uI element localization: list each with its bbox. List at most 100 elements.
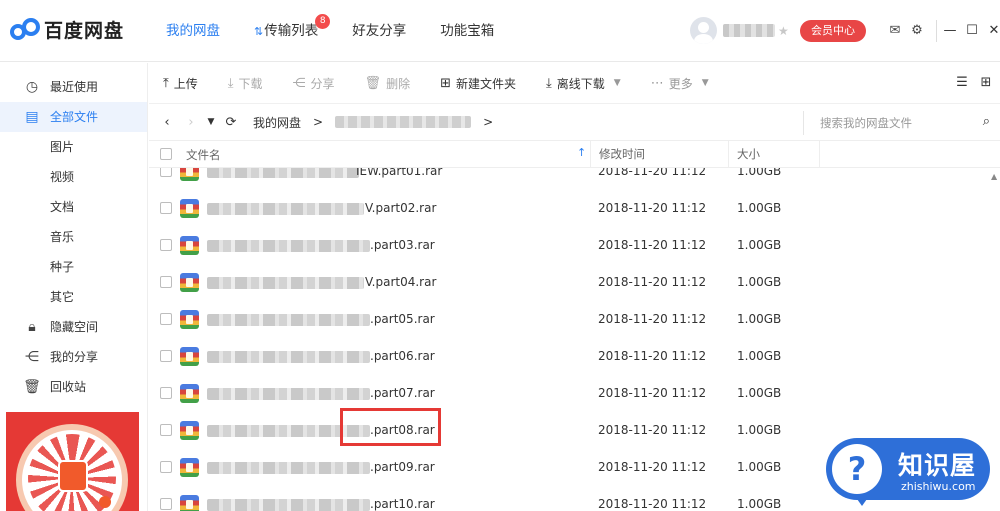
tab-friend-share[interactable]: 好友分享 [341,0,417,62]
sidebar-item-videos[interactable]: 视频 [0,162,147,192]
file-size: 1.00GB [737,168,782,178]
rar-file-icon [180,421,199,440]
vip-level-icon: ★ [778,23,789,38]
scroll-up-icon[interactable]: ▲ [991,172,997,181]
file-name[interactable]: .part10.rar [370,497,435,511]
tab-toolbox[interactable]: 功能宝箱 [429,0,505,62]
tab-label: 好友分享 [352,23,407,39]
row-checkbox[interactable] [160,168,172,177]
row-checkbox[interactable] [160,498,172,510]
sidebar-item-label: 视频 [50,170,75,184]
breadcrumb-folder-blurred[interactable] [335,116,472,128]
share-label: 分享 [310,76,335,91]
file-name[interactable]: .part09.rar [370,460,435,474]
vip-center-button[interactable]: 会员中心 [800,20,866,42]
table-row[interactable]: V.part04.rar 2018-11-20 11:12 1.00GB [149,264,994,301]
upload-button[interactable]: ⤒ 上传 [163,75,198,92]
file-modified: 2018-11-20 11:12 [598,460,707,474]
file-size: 1.00GB [737,423,782,437]
row-checkbox[interactable] [160,202,172,214]
file-size: 1.00GB [737,349,782,363]
avatar[interactable] [690,17,717,44]
row-checkbox[interactable] [160,387,172,399]
sort-icon[interactable]: ☰ [950,75,974,90]
table-row[interactable]: .part03.rar 2018-11-20 11:12 1.00GB [149,227,994,264]
refresh-icon[interactable]: ⟳ [219,115,243,130]
sidebar-item-images[interactable]: 图片 [0,132,147,162]
user-account[interactable]: ★ [690,17,789,44]
file-name[interactable]: .part03.rar [370,238,435,252]
sidebar-item-label: 图片 [50,140,75,154]
row-checkbox[interactable] [160,461,172,473]
transfer-count-badge: 8 [315,14,331,29]
file-modified: 2018-11-20 11:12 [598,275,707,289]
select-all-checkbox[interactable] [160,148,172,160]
table-row[interactable]: V.part02.rar 2018-11-20 11:12 1.00GB [149,190,994,227]
watermark-subtitle: zhishiwu.com [901,480,976,493]
new-folder-icon: ⊞ [440,75,451,91]
minimize-icon[interactable]: — [939,20,961,42]
close-icon[interactable]: ✕ [983,20,1000,42]
grid-view-icon[interactable]: ⊞ [974,75,998,90]
sidebar: ◷ 最近使用 ▤ 全部文件 图片 视频 文档 音乐 种子 其它 🔒︎ 隐藏空间 ⋲ 我的… [0,63,148,511]
delete-button[interactable]: 🗑︎ 删除 [365,75,411,92]
search-icon[interactable]: ⌕ [983,114,990,129]
sidebar-item-my-shares[interactable]: ⋲ 我的分享 [0,342,147,372]
column-size[interactable]: 大小 [728,141,820,168]
row-checkbox[interactable] [160,239,172,251]
back-icon[interactable]: ‹ [155,115,179,130]
sort-arrow-icon[interactable]: ↑ [577,146,586,159]
table-row[interactable]: .part07.rar 2018-11-20 11:12 1.00GB [149,375,994,412]
top-bar: 百度网盘 我的网盘 ⇅传输列表 8 好友分享 功能宝箱 ★ 会员中心 ✉ ⚙ —… [0,0,1000,62]
row-checkbox[interactable] [160,313,172,325]
sidebar-item-recent[interactable]: ◷ 最近使用 [0,72,147,102]
sidebar-item-documents[interactable]: 文档 [0,192,147,222]
share-button[interactable]: ⋲ 分享 [293,75,335,92]
file-name[interactable]: .part06.rar [370,349,435,363]
tab-transfer-list[interactable]: ⇅传输列表 8 [243,0,331,62]
mail-icon[interactable]: ✉ [884,21,906,41]
column-name[interactable]: 文件名 [186,147,221,163]
sidebar-item-recycle-bin[interactable]: 🗑︎ 回收站 [0,372,147,402]
tab-my-disk[interactable]: 我的网盘 [155,0,231,62]
table-row[interactable]: .part05.rar 2018-11-20 11:12 1.00GB [149,301,994,338]
sidebar-item-torrents[interactable]: 种子 [0,252,147,282]
offline-download-button[interactable]: ⤓ 离线下载 ▼ [546,75,621,92]
table-row[interactable]: .part06.rar 2018-11-20 11:12 1.00GB [149,338,994,375]
sidebar-item-other[interactable]: 其它 [0,282,147,312]
promo-banner[interactable] [6,412,139,511]
row-checkbox[interactable] [160,276,172,288]
maximize-icon[interactable]: ☐ [961,20,983,42]
more-button[interactable]: ⋯ 更多 ▼ [651,75,709,92]
path-bar: ‹ › ▼ ⟳ 我的网盘 > > ⌕ [149,104,1000,141]
download-button[interactable]: ⤓ 下载 [228,75,263,92]
row-checkbox[interactable] [160,424,172,436]
breadcrumb-root[interactable]: 我的网盘 [253,114,301,131]
new-folder-button[interactable]: ⊞ 新建文件夹 [440,75,516,92]
forward-icon[interactable]: › [179,115,203,130]
search-input[interactable] [820,112,970,134]
rar-file-icon [180,495,199,511]
file-name[interactable]: IEW.part01.rar [356,168,442,178]
sidebar-item-label: 我的分享 [50,350,99,364]
table-row[interactable]: IEW.part01.rar 2018-11-20 11:12 1.00GB [149,168,994,190]
column-modified[interactable]: 修改时间 [590,141,728,168]
file-name-blurred [207,203,364,215]
rar-file-icon [180,347,199,366]
file-name[interactable]: V.part04.rar [365,275,436,289]
file-name[interactable]: .part07.rar [370,386,435,400]
file-name-blurred [207,314,370,326]
rar-file-icon [180,199,199,218]
tab-label: 功能宝箱 [440,23,495,39]
sidebar-item-all-files[interactable]: ▤ 全部文件 [0,102,147,132]
file-name[interactable]: .part05.rar [370,312,435,326]
sidebar-item-hidden-space[interactable]: 🔒︎ 隐藏空间 [0,312,147,342]
gear-icon[interactable]: ⚙ [906,21,928,41]
rar-file-icon [180,236,199,255]
history-dropdown-icon[interactable]: ▼ [203,117,219,127]
sidebar-item-label: 音乐 [50,230,75,244]
row-checkbox[interactable] [160,350,172,362]
watermark-title: 知识屋 [898,451,977,480]
sidebar-item-music[interactable]: 音乐 [0,222,147,252]
file-name[interactable]: V.part02.rar [365,201,436,215]
